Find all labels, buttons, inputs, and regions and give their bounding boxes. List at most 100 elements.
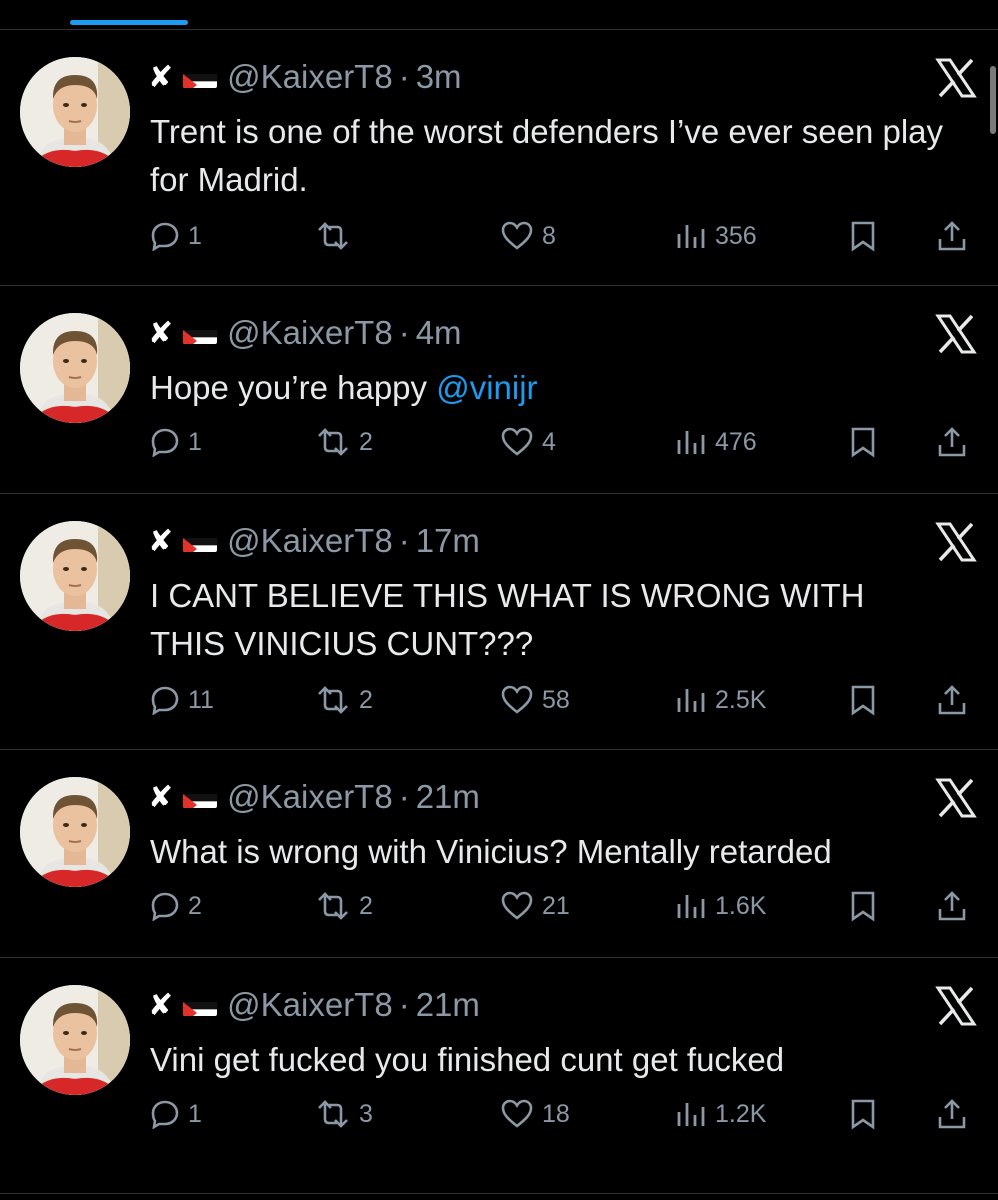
bookmark-icon — [848, 1098, 878, 1130]
tweet-actions: 1 8 356 — [150, 214, 980, 258]
palestine-flag-icon — [183, 66, 218, 88]
views-icon — [675, 1099, 707, 1129]
timestamp[interactable]: 17m — [416, 522, 480, 560]
reply-count: 1 — [188, 221, 202, 250]
bookmark-button[interactable] — [848, 420, 878, 464]
tweet[interactable]: ✘ @KaixerT8 · 4m Hope you’re happy @vini… — [0, 286, 998, 494]
share-icon — [936, 219, 968, 253]
heart-icon — [500, 427, 534, 457]
reply-count: 2 — [188, 891, 202, 920]
share-button[interactable] — [936, 884, 968, 928]
avatar[interactable] — [20, 521, 130, 631]
timestamp[interactable]: 21m — [416, 778, 480, 816]
share-button[interactable] — [936, 678, 968, 722]
retweet-count: 2 — [359, 427, 373, 456]
bookmark-button[interactable] — [848, 1092, 878, 1136]
like-button[interactable]: 21 — [500, 884, 570, 928]
avatar[interactable] — [20, 57, 130, 167]
tweet[interactable]: ✘ @KaixerT8 · 21m Vini get fucked you fi… — [0, 958, 998, 1194]
views-button[interactable]: 356 — [675, 214, 757, 258]
bookmark-button[interactable] — [848, 678, 878, 722]
reply-button[interactable]: 1 — [150, 214, 202, 258]
like-button[interactable]: 4 — [500, 420, 556, 464]
retweet-button[interactable]: 3 — [315, 1092, 373, 1136]
views-button[interactable]: 2.5K — [675, 678, 766, 722]
user-handle[interactable]: @KaixerT8 — [227, 778, 393, 816]
active-tab-indicator — [70, 20, 188, 25]
avatar[interactable] — [20, 777, 130, 887]
tweet-body: I CANT BELIEVE THIS WHAT IS WRONG WITH T… — [150, 577, 865, 662]
reply-count: 11 — [188, 685, 214, 714]
like-button[interactable]: 58 — [500, 678, 570, 722]
like-button[interactable]: 18 — [500, 1092, 570, 1136]
bookmark-button[interactable] — [848, 214, 878, 258]
tweet-header: ✘ @KaixerT8 · 21m — [148, 982, 480, 1028]
user-handle[interactable]: @KaixerT8 — [227, 522, 393, 560]
retweet-button[interactable]: 2 — [315, 884, 373, 928]
separator-dot: · — [398, 522, 410, 559]
share-button[interactable] — [936, 420, 968, 464]
heart-icon — [500, 685, 534, 715]
reply-button[interactable]: 1 — [150, 1092, 202, 1136]
view-count: 1.6K — [715, 891, 767, 920]
avatar[interactable] — [20, 985, 130, 1095]
x-logo-icon — [934, 520, 978, 564]
tweet-body: Trent is one of the worst defenders I’ve… — [150, 113, 944, 198]
views-button[interactable]: 476 — [675, 420, 757, 464]
bookmark-button[interactable] — [848, 884, 878, 928]
tweet[interactable]: ✘ @KaixerT8 · 17m I CANT BELIEVE THIS WH… — [0, 494, 998, 750]
reply-icon — [150, 891, 180, 921]
share-icon — [936, 425, 968, 459]
timestamp[interactable]: 4m — [416, 314, 462, 352]
views-icon — [675, 427, 707, 457]
retweet-button[interactable] — [315, 214, 359, 258]
reply-button[interactable]: 2 — [150, 884, 202, 928]
tweet[interactable]: ✘ @KaixerT8 · 21m What is wrong with Vin… — [0, 750, 998, 958]
retweet-icon — [315, 221, 351, 251]
views-icon — [675, 891, 707, 921]
palestine-flag-icon — [183, 322, 218, 344]
tweet-actions: 1 2 4 476 — [150, 420, 980, 464]
reply-button[interactable]: 11 — [150, 678, 214, 722]
bookmark-icon — [848, 426, 878, 458]
reply-count: 1 — [188, 427, 202, 456]
like-count: 21 — [542, 891, 570, 920]
user-handle[interactable]: @KaixerT8 — [227, 986, 393, 1024]
reply-icon — [150, 1099, 180, 1129]
avatar[interactable] — [20, 313, 130, 423]
heart-icon — [500, 1099, 534, 1129]
tweet-header: ✘ @KaixerT8 · 3m — [148, 54, 462, 100]
tweet-body: Hope you’re happy — [150, 369, 437, 406]
retweet-button[interactable]: 2 — [315, 420, 373, 464]
tweet-text: Hope you’re happy @vinijr — [150, 364, 970, 412]
separator-dot: · — [398, 986, 410, 1023]
user-handle[interactable]: @KaixerT8 — [227, 314, 393, 352]
tweet-actions: 11 2 58 2.5K — [150, 678, 980, 722]
mention-link[interactable]: @vinijr — [436, 369, 537, 406]
user-handle[interactable]: @KaixerT8 — [227, 58, 393, 96]
views-button[interactable]: 1.2K — [675, 1092, 766, 1136]
retweet-count: 3 — [359, 1099, 373, 1128]
views-button[interactable]: 1.6K — [675, 884, 766, 928]
reply-icon — [150, 685, 180, 715]
share-button[interactable] — [936, 214, 968, 258]
separator-dot: · — [398, 58, 410, 95]
bookmark-icon — [848, 220, 878, 252]
timestamp[interactable]: 21m — [416, 986, 480, 1024]
share-button[interactable] — [936, 1092, 968, 1136]
x-logo-icon — [934, 312, 978, 356]
name-prefix: ✘ — [148, 316, 174, 350]
timestamp[interactable]: 3m — [416, 58, 462, 96]
separator-dot: · — [398, 314, 410, 351]
reply-button[interactable]: 1 — [150, 420, 202, 464]
like-button[interactable]: 8 — [500, 214, 556, 258]
heart-icon — [500, 221, 534, 251]
retweet-icon — [315, 891, 351, 921]
palestine-flag-icon — [183, 786, 218, 808]
x-logo-icon — [934, 776, 978, 820]
palestine-flag-icon — [183, 530, 218, 552]
bookmark-icon — [848, 684, 878, 716]
heart-icon — [500, 891, 534, 921]
retweet-button[interactable]: 2 — [315, 678, 373, 722]
tweet[interactable]: ✘ @KaixerT8 · 3m Trent is one of the wor… — [0, 30, 998, 286]
